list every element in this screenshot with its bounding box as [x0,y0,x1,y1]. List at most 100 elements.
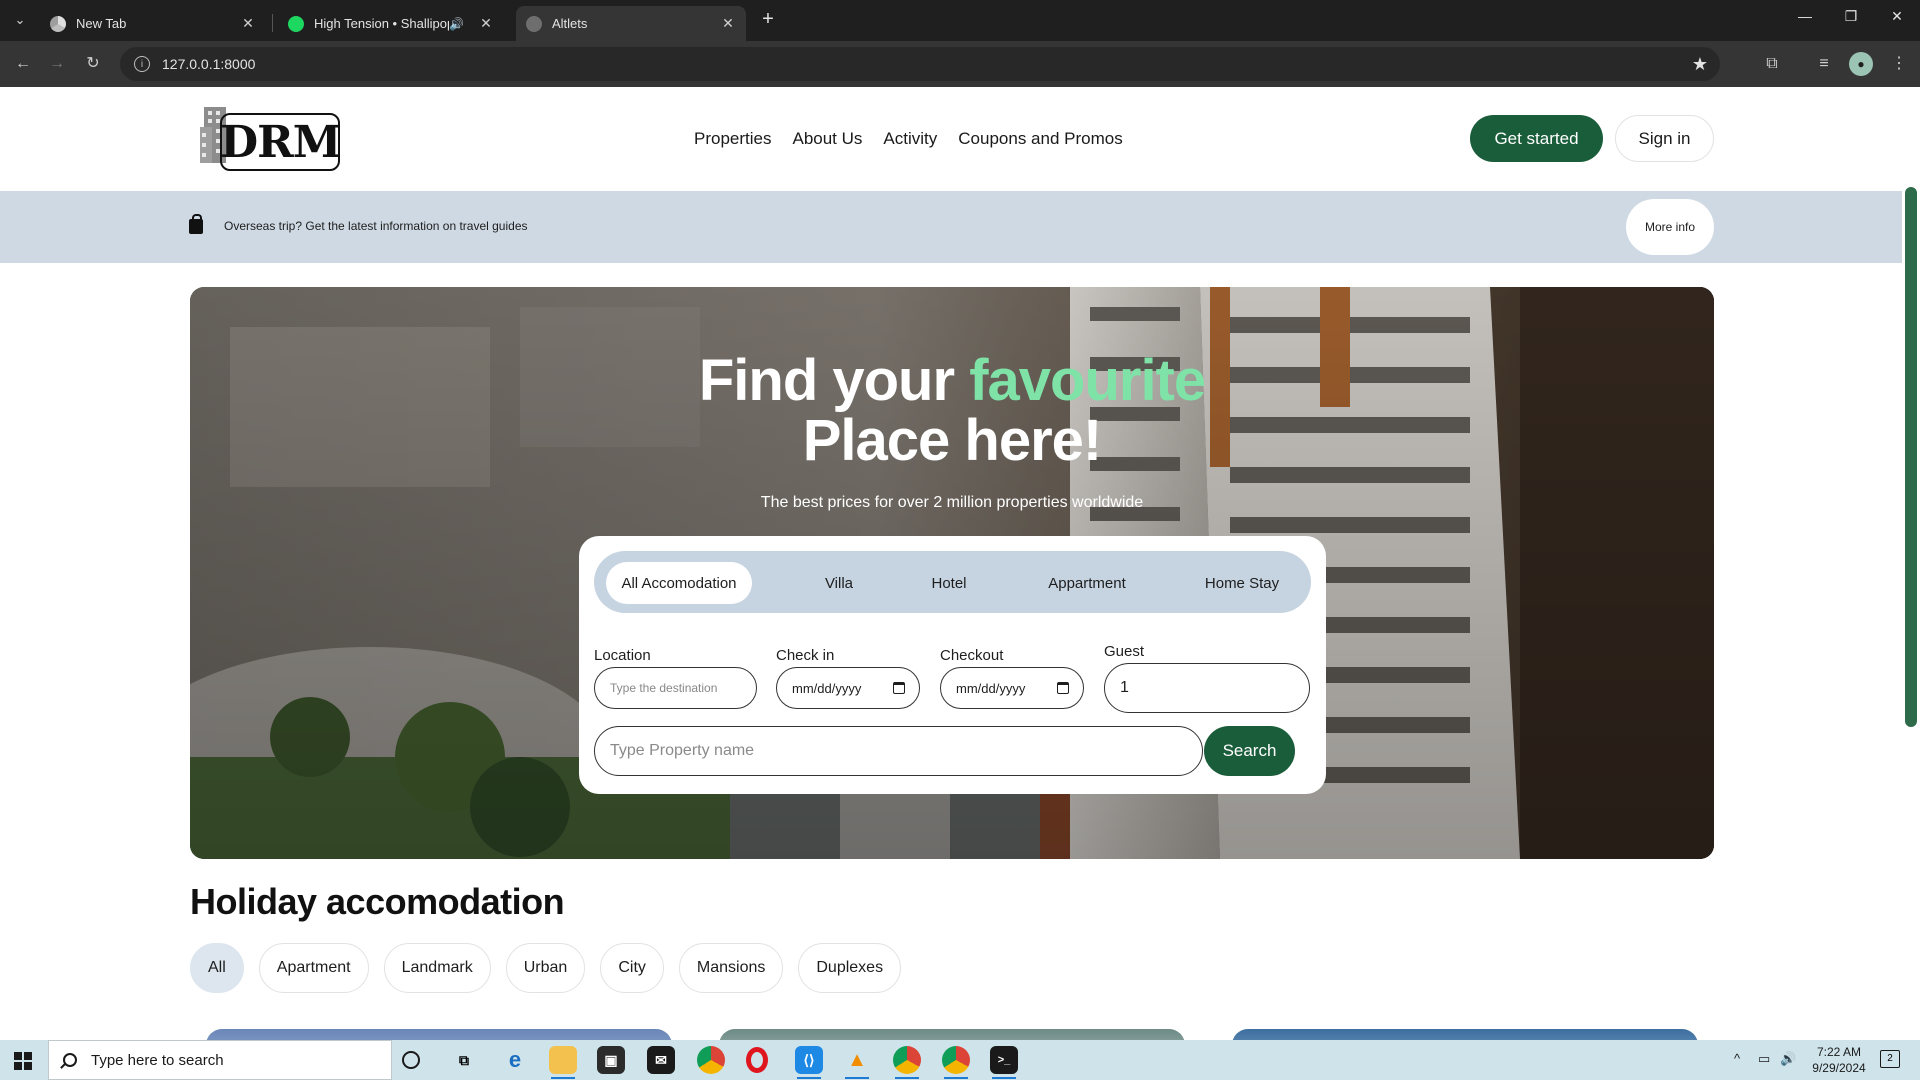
scrollbar-thumb[interactable] [1905,187,1917,727]
vscode-icon[interactable]: ⟨⟩ [795,1046,823,1079]
hero-title-part-2: Place here! [802,408,1103,473]
category-filters: All Apartment Landmark Urban City Mansio… [190,943,902,993]
windows-start-icon[interactable] [14,1052,32,1070]
tab-title: High Tension • Shallipopi [314,16,450,31]
notification-center-icon[interactable]: 2 [1880,1050,1900,1068]
category-chip-city[interactable]: City [600,943,664,993]
site-header: DRM Properties About Us Activity Coupons… [0,87,1902,191]
address-bar[interactable]: i 127.0.0.1:8000 ★ [120,47,1720,81]
category-chip-mansions[interactable]: Mansions [678,943,784,993]
sign-in-button[interactable]: Sign in [1615,115,1714,162]
tab-spotify[interactable]: High Tension • Shallipopi 🔊 ✕ [278,6,504,41]
speaker-icon[interactable]: 🔊 [449,17,464,31]
close-icon[interactable]: ✕ [240,15,256,32]
hero-title-part-1: Find your [698,348,970,413]
search-button[interactable]: Search [1204,726,1295,776]
check-in-value: mm/dd/yyyy [792,680,862,696]
task-view-icon[interactable]: ⧉ [450,1046,478,1074]
tab-title: New Tab [76,16,127,31]
tab-home-stay[interactable]: Home Stay [1184,562,1300,604]
nav-link-properties[interactable]: Properties [694,129,771,149]
property-card-image[interactable] [1232,1029,1698,1040]
reload-icon[interactable]: ↻ [82,53,104,75]
tab-all-accomodation[interactable]: All Accomodation [606,562,752,604]
search-card: All Accomodation Villa Hotel Appartment … [579,536,1326,794]
taskbar-clock[interactable]: 7:22 AM 9/29/2024 [1804,1044,1874,1076]
windows-taskbar: Type here to search ⧉ e ▣ ✉ ⟨⟩ ▲ >_ ^ ▭ … [0,1040,1920,1080]
forward-icon[interactable]: → [46,53,68,75]
tab-appartment[interactable]: Appartment [1022,562,1152,604]
check-in-label: Check in [776,647,835,664]
taskbar-search-placeholder: Type here to search [91,1051,224,1069]
site-info-icon[interactable]: i [134,56,150,72]
tray-chevron-icon[interactable]: ^ [1734,1051,1740,1066]
calendar-icon[interactable] [1057,682,1069,694]
taskbar-search-box[interactable]: Type here to search [48,1040,392,1080]
guest-input[interactable]: 1 [1104,663,1310,713]
close-icon[interactable]: ✕ [720,15,736,32]
get-started-button[interactable]: Get started [1470,115,1603,162]
browser-menu-icon[interactable]: ⋮ [1887,52,1911,76]
nav-link-activity[interactable]: Activity [883,129,937,149]
url-text: 127.0.0.1:8000 [162,56,256,72]
tab-villa[interactable]: Villa [799,562,879,604]
tab-altlets[interactable]: Altlets ✕ [516,6,746,41]
page-scrollbar[interactable] [1902,87,1920,1040]
category-chip-landmark[interactable]: Landmark [383,943,491,993]
store-icon[interactable]: ▣ [597,1046,625,1074]
hero-subtitle: The best prices for over 2 million prope… [760,494,1144,511]
nav-link-coupons-and-promos[interactable]: Coupons and Promos [958,129,1122,149]
category-chip-all[interactable]: All [190,943,244,993]
media-controls-icon[interactable]: ≡ [1812,52,1836,76]
extensions-icon[interactable]: ⧉ [1760,52,1784,76]
search-icon [63,1053,77,1067]
category-chip-duplexes[interactable]: Duplexes [798,943,902,993]
location-label: Location [594,647,651,664]
close-icon[interactable]: ✕ [478,15,494,32]
chrome-icon[interactable] [697,1046,725,1074]
property-name-input[interactable]: Type Property name [594,726,1203,776]
check-in-date-input[interactable]: mm/dd/yyyy [776,667,920,709]
calendar-icon[interactable] [893,682,905,694]
tab-hotel[interactable]: Hotel [909,562,989,604]
tab-search-chevron-icon[interactable]: ⌄ [8,8,32,32]
hero-title-accent: favourite [969,348,1206,413]
category-chip-apartment[interactable]: Apartment [258,943,369,993]
property-card-image[interactable] [719,1029,1185,1040]
volume-icon[interactable]: 🔊 [1780,1051,1796,1067]
category-chip-urban[interactable]: Urban [505,943,586,993]
web-page: DRM Properties About Us Activity Coupons… [0,87,1902,1040]
terminal-icon[interactable]: >_ [990,1046,1018,1079]
nav-link-about-us[interactable]: About Us [792,129,862,149]
edge-icon[interactable]: e [501,1046,529,1074]
minimize-icon[interactable]: — [1790,8,1820,24]
logo-text: DRM [220,117,341,168]
bookmark-star-icon[interactable]: ★ [1692,54,1708,75]
main-nav: Properties About Us Activity Coupons and… [694,129,1123,149]
tab-new-tab[interactable]: New Tab ✕ [40,6,266,41]
close-window-icon[interactable]: ✕ [1882,8,1912,25]
vlc-icon[interactable]: ▲ [843,1046,871,1079]
file-explorer-icon[interactable] [549,1046,577,1079]
browser-toolbar: ← → ↻ i 127.0.0.1:8000 ★ ⧉ ≡ ● ⋮ [0,41,1920,87]
clock-date: 9/29/2024 [1812,1061,1866,1075]
cortana-icon[interactable] [402,1051,420,1069]
chrome-profile-icon[interactable] [942,1046,970,1079]
mail-icon[interactable]: ✉ [647,1046,675,1074]
tab-divider [272,14,273,32]
restore-icon[interactable]: ❐ [1836,8,1866,25]
spotify-icon [288,15,304,32]
checkout-date-input[interactable]: mm/dd/yyyy [940,667,1084,709]
back-icon[interactable]: ← [12,53,34,75]
chrome-icon [50,15,66,32]
new-tab-plus-icon[interactable]: + [756,8,780,31]
chrome-profile-icon[interactable] [893,1046,921,1079]
more-info-button[interactable]: More info [1626,199,1714,255]
property-card-image[interactable] [206,1029,672,1040]
tab-title: Altlets [552,16,588,31]
site-logo[interactable]: DRM [200,105,341,175]
battery-icon[interactable]: ▭ [1758,1051,1770,1067]
opera-icon[interactable] [746,1047,768,1073]
profile-avatar[interactable]: ● [1849,52,1873,76]
location-input[interactable]: Type the destination [594,667,757,709]
